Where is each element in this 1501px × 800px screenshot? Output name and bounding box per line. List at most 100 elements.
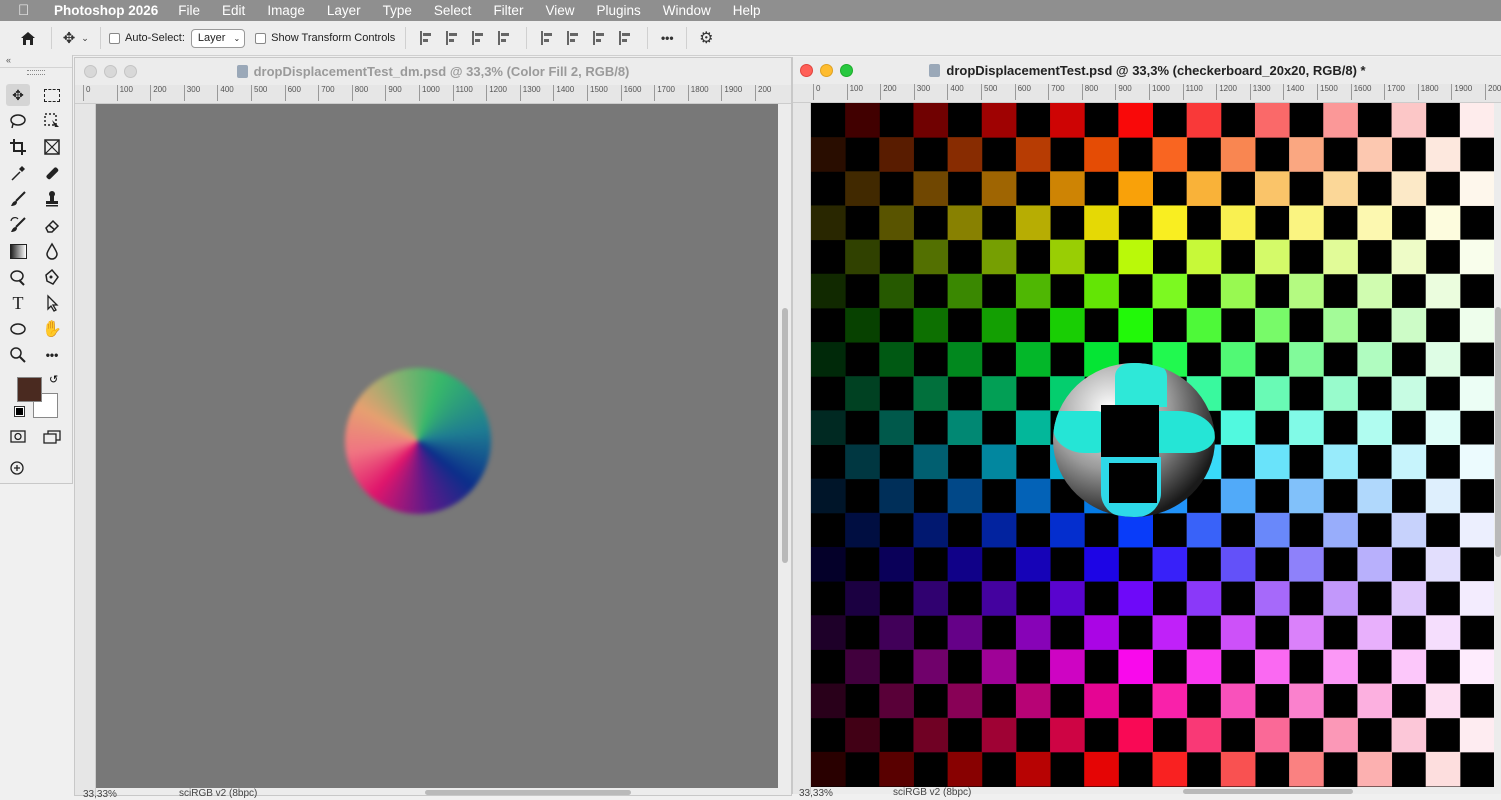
zoom-tool-icon[interactable] [6, 344, 30, 366]
stamp-tool-icon[interactable] [40, 188, 64, 210]
checker-cell [1323, 307, 1358, 343]
menu-help[interactable]: Help [733, 3, 761, 18]
checker-cell [1084, 615, 1119, 650]
ruler-label: 400 [217, 85, 234, 101]
brush-tool-icon[interactable] [6, 188, 30, 210]
apple-icon[interactable]:  [18, 2, 34, 19]
type-tool-icon[interactable]: T [6, 292, 30, 314]
show-transform-checkbox[interactable] [255, 32, 267, 44]
align-vertical-center-icon[interactable] [567, 31, 581, 45]
dodge-tool-icon[interactable] [6, 266, 30, 288]
app-menu[interactable]: Photoshop 2026 [54, 3, 158, 18]
default-colors-icon[interactable] [14, 406, 25, 417]
menu-file[interactable]: File [178, 3, 200, 18]
home-icon[interactable] [13, 25, 43, 51]
checker-cell [845, 103, 880, 138]
distribute-vertical-icon[interactable] [619, 31, 633, 45]
ruler-label: 100 [846, 84, 863, 100]
eraser-tool-icon[interactable] [40, 214, 64, 236]
checker-cell [913, 649, 949, 685]
menu-select[interactable]: Select [434, 3, 472, 18]
menu-type[interactable]: Type [383, 3, 412, 18]
checker-cell [1118, 581, 1153, 616]
eyedropper-tool-icon[interactable] [6, 162, 30, 184]
checker-cell [1015, 615, 1051, 650]
zoom-level[interactable]: 33,33% [83, 789, 117, 800]
document-canvas[interactable] [811, 103, 1494, 787]
ruler-label: 200 [150, 85, 167, 101]
history-brush-tool-icon[interactable] [6, 214, 30, 236]
path-selection-tool-icon[interactable] [40, 292, 64, 314]
vertical-ruler[interactable] [75, 104, 96, 795]
move-tool-preset-icon[interactable]: ✥ [60, 25, 78, 51]
checker-cell [1152, 273, 1188, 309]
align-horizontal-center-icon[interactable] [446, 31, 460, 45]
checker-cell [1323, 649, 1358, 685]
horizontal-scrollbar[interactable] [425, 790, 631, 795]
minimize-window-button[interactable] [820, 64, 833, 77]
auto-select-dropdown[interactable]: Layer ⌄ [190, 28, 246, 48]
align-top-icon[interactable] [541, 31, 555, 45]
document-title-bar[interactable]: dropDisplacementTest_dm.psd @ 33,3% (Col… [75, 58, 791, 84]
menu-image[interactable]: Image [267, 3, 305, 18]
menu-filter[interactable]: Filter [493, 3, 523, 18]
healing-brush-tool-icon[interactable] [40, 162, 64, 184]
align-bottom-icon[interactable] [593, 31, 607, 45]
collapse-icon[interactable]: « [0, 55, 72, 68]
horizontal-ruler[interactable]: 0 100 200 300 400 500 600 700 800 900 1000 1100 1200… [793, 84, 1501, 103]
ruler-label: 1300 [519, 85, 541, 101]
checker-cell [1323, 512, 1358, 548]
ellipse-tool-icon[interactable] [6, 318, 30, 340]
quick-mask-icon[interactable] [6, 426, 30, 448]
edit-toolbar-icon[interactable] [6, 457, 30, 479]
refracted-sphere [1053, 363, 1215, 517]
menu-bar:  Photoshop 2026 File Edit Image Layer T… [0, 0, 1501, 21]
ruler-label: 1100 [452, 85, 473, 101]
checker-cell [1289, 137, 1324, 172]
ruler-label: 700 [1048, 84, 1065, 100]
move-tool-icon[interactable]: ✥ [6, 84, 30, 106]
document-canvas[interactable] [96, 104, 778, 788]
menu-plugins[interactable]: Plugins [596, 3, 640, 18]
close-window-button[interactable] [800, 64, 813, 77]
checker-cell [845, 307, 880, 343]
zoom-window-button[interactable] [124, 65, 137, 78]
horizontal-scrollbar[interactable] [1183, 789, 1353, 794]
hand-tool-icon[interactable]: ✋ [40, 318, 64, 340]
checker-cell [845, 239, 880, 275]
gradient-tool-icon[interactable] [6, 240, 30, 262]
document-title: dropDisplacementTest_dm.psd @ 33,3% (Col… [253, 63, 630, 79]
close-window-button[interactable] [84, 65, 97, 78]
vertical-scrollbar[interactable] [782, 308, 788, 563]
align-right-icon[interactable] [472, 31, 486, 45]
zoom-window-button[interactable] [840, 64, 853, 77]
distribute-horizontal-icon[interactable] [498, 31, 512, 45]
menu-view[interactable]: View [545, 3, 574, 18]
swap-colors-icon[interactable]: ↺ [49, 373, 58, 386]
pen-tool-icon[interactable] [40, 266, 64, 288]
lasso-tool-icon[interactable] [6, 110, 30, 132]
screen-mode-icon[interactable] [40, 426, 64, 448]
more-tools-icon[interactable]: ••• [40, 344, 64, 366]
menu-window[interactable]: Window [663, 3, 711, 18]
more-options-icon[interactable]: ••• [656, 25, 678, 51]
horizontal-ruler[interactable]: 0 100 200 300 400 500 600 700 800 900 1000 1100 1200… [75, 85, 791, 104]
minimize-window-button[interactable] [104, 65, 117, 78]
chevron-down-icon[interactable]: ⌄ [78, 25, 92, 51]
object-select-tool-icon[interactable] [40, 110, 64, 132]
auto-select-checkbox[interactable] [109, 32, 120, 44]
menu-edit[interactable]: Edit [222, 3, 245, 18]
marquee-tool-icon[interactable] [40, 84, 64, 106]
foreground-color-swatch[interactable] [17, 377, 42, 402]
gear-icon[interactable]: ⚙ [695, 25, 717, 51]
crop-tool-icon[interactable] [6, 136, 30, 158]
panel-grip[interactable] [27, 70, 45, 75]
document-title-bar[interactable]: dropDisplacementTest.psd @ 33,3% (checke… [793, 57, 1501, 83]
frame-tool-icon[interactable] [40, 136, 64, 158]
vertical-ruler[interactable] [793, 103, 811, 794]
checker-cell [1015, 273, 1051, 309]
menu-layer[interactable]: Layer [327, 3, 361, 18]
align-left-icon[interactable] [420, 31, 434, 45]
blur-tool-icon[interactable] [40, 240, 64, 262]
vertical-scrollbar[interactable] [1495, 307, 1501, 557]
